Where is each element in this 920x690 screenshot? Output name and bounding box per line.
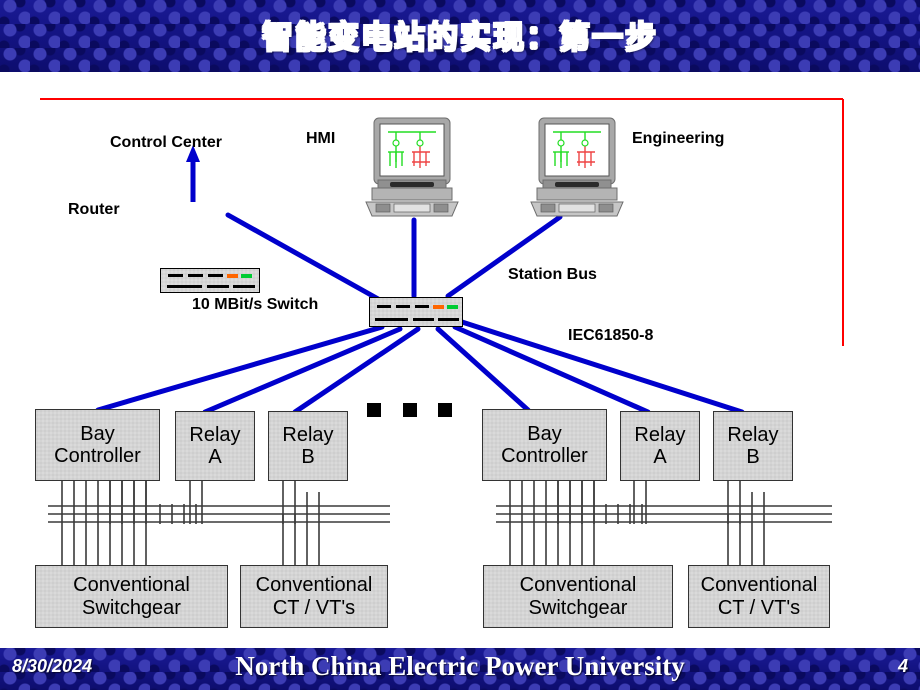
switchgear-right-line1: Conventional (519, 574, 637, 597)
ct-vt-right-line1: Conventional (700, 574, 818, 597)
ct-vt-left-line2: CT / VT's (272, 596, 356, 619)
footer-page-number: 4 (897, 656, 908, 676)
relay-b-right-line1: Relay (727, 423, 779, 446)
conventional-ct-vt-left[interactable]: Conventional CT / VT's (240, 565, 388, 628)
router-bar-2 (207, 285, 229, 288)
router-bar-1 (167, 285, 202, 288)
switch-port-dash-2 (396, 305, 410, 308)
bay-controller-left-line1: Bay (80, 422, 115, 445)
relay-a-left[interactable]: Relay A (175, 411, 255, 481)
ellipsis-square-1 (367, 403, 381, 417)
conventional-ct-vt-right[interactable]: Conventional CT / VT's (688, 565, 830, 628)
router-bar-3 (233, 285, 255, 288)
ellipsis-square-2 (403, 403, 417, 417)
relay-b-left-line1: Relay (282, 423, 334, 446)
label-protocol: IEC61850-8 (568, 327, 654, 344)
hmi-workstation-icon (365, 117, 459, 217)
bay-controller-right-line2: Controller (501, 445, 588, 467)
bay-controller-left-line2: Controller (54, 445, 141, 467)
network-architecture-diagram: Control Center Router HMI Engineering St… (0, 72, 920, 648)
engineering-workstation-icon (530, 117, 624, 217)
switch-port-dash-1 (377, 305, 391, 308)
switch-device[interactable] (369, 297, 463, 327)
bay-controller-right[interactable]: Bay Controller (482, 409, 607, 481)
switchgear-left-line1: Conventional (73, 574, 190, 597)
label-control-center: Control Center (110, 134, 222, 151)
router-led-orange (227, 274, 238, 278)
switch-led-green (447, 305, 458, 309)
bay-controller-left[interactable]: Bay Controller (35, 409, 160, 481)
switch-led-orange (433, 305, 444, 309)
switch-port-dash-3 (415, 305, 429, 308)
relay-a-right-line2: A (653, 446, 667, 468)
relay-b-right[interactable]: Relay B (713, 411, 793, 481)
label-router: Router (68, 201, 120, 218)
slide-footer-band: 8/30/2024 North China Electric Power Uni… (0, 648, 920, 690)
label-engineering: Engineering (632, 130, 725, 147)
router-device[interactable] (160, 268, 260, 293)
relay-a-right[interactable]: Relay A (620, 411, 700, 481)
bay-controller-right-line1: Bay (527, 422, 562, 445)
relay-b-left-line2: B (301, 446, 315, 468)
relay-b-left[interactable]: Relay B (268, 411, 348, 481)
relay-a-left-line1: Relay (189, 423, 241, 446)
router-port-dash-3 (208, 274, 223, 277)
wiring-left-group (48, 481, 390, 565)
wiring-right-group (496, 481, 832, 565)
ct-vt-right-line2: CT / VT's (717, 596, 801, 619)
router-led-green (241, 274, 252, 278)
control-center-arrow (186, 145, 200, 202)
ct-vt-left-line1: Conventional (255, 574, 373, 597)
router-port-dash-2 (188, 274, 203, 277)
conventional-switchgear-right[interactable]: Conventional Switchgear (483, 565, 673, 628)
slide-title-band: 智能变电站的实现：第一步 (0, 0, 920, 72)
label-switch: 10 MBit/s Switch (192, 296, 319, 313)
slide-title: 智能变电站的实现：第一步 (262, 20, 658, 57)
switch-bar-2 (413, 318, 434, 321)
relay-a-left-line2: A (208, 446, 222, 468)
ellipsis-square-3 (438, 403, 452, 417)
switchgear-left-line2: Switchgear (82, 596, 181, 619)
relay-a-right-line1: Relay (634, 423, 686, 446)
router-port-dash-1 (168, 274, 183, 277)
relay-b-right-line2: B (746, 446, 760, 468)
label-hmi: HMI (306, 130, 336, 147)
label-station-bus: Station Bus (508, 266, 597, 283)
footer-organization: North China Electric Power University (235, 651, 685, 681)
conventional-switchgear-left[interactable]: Conventional Switchgear (35, 565, 228, 628)
switch-bar-1 (375, 318, 408, 321)
switch-bar-3 (438, 318, 459, 321)
switchgear-right-line2: Switchgear (528, 596, 628, 619)
diagram-vector-layer (40, 98, 844, 565)
